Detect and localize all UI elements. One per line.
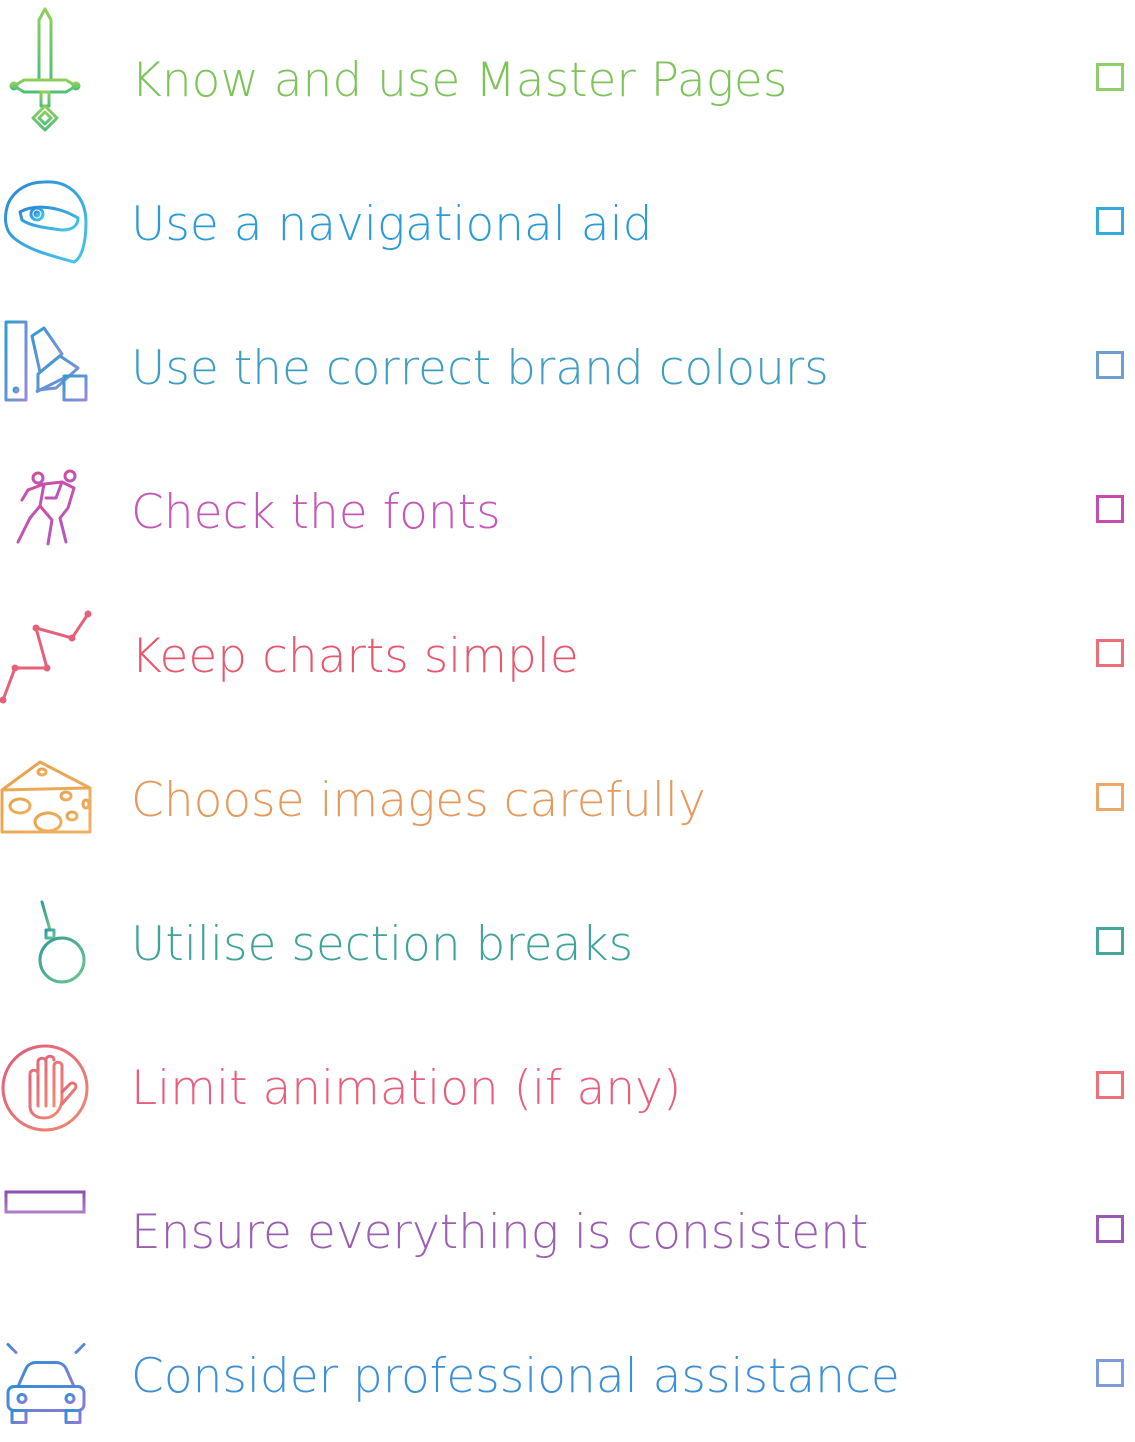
stop-hand-icon — [0, 1014, 95, 1154]
checkbox[interactable] — [1096, 1071, 1124, 1099]
checklist-item-charts: Keep charts simple — [0, 582, 1135, 722]
line-chart-icon — [0, 582, 95, 722]
item-label: Limit animation (if any) — [131, 1061, 682, 1116]
checkbox[interactable] — [1096, 783, 1124, 811]
checkbox[interactable] — [1096, 63, 1124, 91]
car-icon — [0, 1302, 95, 1442]
checkbox[interactable] — [1096, 639, 1124, 667]
checklist-item-consistent: Ensure everything is consistent — [0, 1158, 1135, 1298]
colour-swatch-icon — [0, 294, 95, 434]
checklist-item-section-breaks: Utilise section breaks — [0, 870, 1135, 1010]
cheese-icon — [0, 726, 95, 866]
checkbox[interactable] — [1096, 1359, 1124, 1387]
checkbox[interactable] — [1096, 351, 1124, 379]
checklist-item-navigational-aid: Use a navigational aid — [0, 150, 1135, 290]
table-grid-icon — [0, 1158, 95, 1298]
item-label: Check the fonts — [131, 485, 501, 540]
checklist-item-professional: Consider professional assistance — [0, 1302, 1135, 1442]
checkbox[interactable] — [1096, 207, 1124, 235]
item-label: Choose images carefully — [131, 773, 706, 828]
checklist: Know and use Master Pages Use a navigati… — [0, 0, 1135, 1424]
wrecking-ball-icon — [0, 870, 95, 1010]
item-label: Use a navigational aid — [131, 197, 653, 252]
dancers-icon — [0, 438, 95, 578]
checklist-item-fonts: Check the fonts — [0, 438, 1135, 578]
checklist-item-images: Choose images carefully — [0, 726, 1135, 866]
helmet-icon — [0, 150, 95, 290]
item-label: Utilise section breaks — [131, 917, 634, 972]
item-label: Ensure everything is consistent — [131, 1205, 869, 1260]
item-label: Know and use Master Pages — [131, 53, 788, 108]
sword-icon — [0, 6, 95, 146]
checkbox[interactable] — [1096, 1215, 1124, 1243]
item-label: Keep charts simple — [131, 629, 579, 684]
item-label: Use the correct brand colours — [131, 341, 829, 396]
checklist-item-brand-colours: Use the correct brand colours — [0, 294, 1135, 434]
checkbox[interactable] — [1096, 495, 1124, 523]
checklist-item-animation: Limit animation (if any) — [0, 1014, 1135, 1154]
item-label: Consider professional assistance — [131, 1349, 900, 1404]
checkbox[interactable] — [1096, 927, 1124, 955]
checklist-item-master-pages: Know and use Master Pages — [0, 6, 1135, 146]
